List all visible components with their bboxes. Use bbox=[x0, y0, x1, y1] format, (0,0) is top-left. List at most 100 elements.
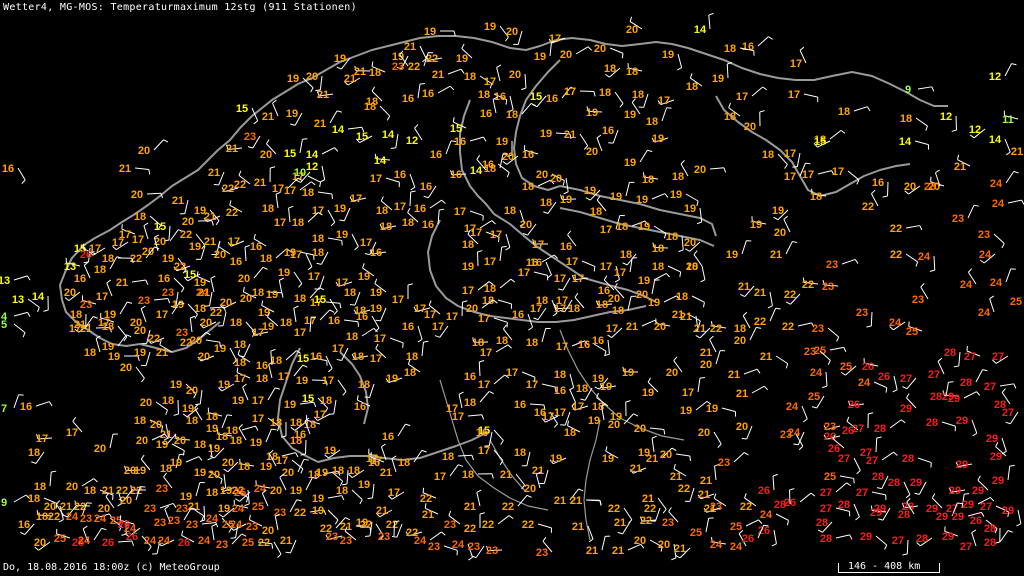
wind-barb bbox=[222, 311, 227, 326]
wind-barb bbox=[395, 133, 399, 148]
station-temperature: 18 bbox=[194, 303, 206, 315]
wind-barb bbox=[131, 279, 146, 283]
wind-barb-tick bbox=[334, 519, 339, 525]
station-temperature: 21 bbox=[119, 163, 131, 175]
wind-barb bbox=[685, 193, 699, 202]
wind-barb bbox=[521, 371, 536, 378]
station-temperature: 22 bbox=[754, 316, 766, 328]
station-temperature: 20 bbox=[660, 449, 672, 461]
station-temperature: 17 bbox=[374, 333, 386, 345]
wind-barb-tick bbox=[391, 536, 398, 538]
station-temperature: 23 bbox=[856, 307, 868, 319]
wind-barb-tick bbox=[935, 169, 940, 174]
station-temperature: 16 bbox=[514, 399, 526, 411]
wind-barb bbox=[915, 117, 928, 127]
wind-barb bbox=[675, 453, 690, 457]
wind-barb bbox=[713, 431, 722, 445]
wind-barb bbox=[941, 421, 956, 427]
station-temperature: 23 bbox=[156, 483, 168, 495]
wind-barb bbox=[541, 254, 555, 263]
station-temperature: 15 bbox=[450, 123, 462, 135]
wind-barb bbox=[493, 429, 504, 441]
wind-barb bbox=[757, 36, 769, 47]
wind-barb bbox=[13, 311, 28, 317]
station-temperature: 25 bbox=[242, 537, 254, 549]
wind-barb-tick bbox=[775, 307, 781, 310]
station-temperature: 22 bbox=[482, 519, 494, 531]
station-temperature: 29 bbox=[956, 459, 968, 471]
wind-barb bbox=[361, 327, 375, 337]
station-temperature: 19 bbox=[600, 381, 612, 393]
station-temperature: 17 bbox=[156, 309, 168, 321]
wind-barb-tick bbox=[925, 125, 928, 131]
station-temperature: 19 bbox=[286, 108, 298, 120]
station-temperature: 22 bbox=[890, 249, 902, 261]
station-temperature: 20 bbox=[698, 427, 710, 439]
wind-barb-tick bbox=[905, 494, 911, 499]
wind-barb-tick bbox=[180, 287, 185, 293]
wind-barb-tick bbox=[696, 221, 702, 225]
wind-barb-tick bbox=[957, 502, 963, 505]
station-temperature: 26 bbox=[178, 537, 190, 549]
wind-barb bbox=[745, 519, 759, 527]
wind-barb bbox=[829, 129, 842, 140]
wind-barb-tick bbox=[849, 534, 853, 540]
wind-barb-tick bbox=[461, 43, 465, 49]
station-temperature: 22 bbox=[740, 501, 752, 513]
wind-barb bbox=[751, 385, 765, 394]
station-temperature: 15 bbox=[236, 103, 248, 115]
wind-barb-tick bbox=[339, 219, 345, 222]
wind-barb-tick bbox=[220, 478, 223, 484]
wind-barb-tick bbox=[386, 115, 391, 121]
wind-barb bbox=[467, 414, 482, 417]
wind-barb bbox=[709, 167, 724, 170]
station-temperature: 19 bbox=[266, 289, 278, 301]
station-temperature: 17 bbox=[370, 173, 382, 185]
wind-barb-tick bbox=[957, 154, 960, 160]
station-temperature: 20 bbox=[270, 485, 282, 497]
station-temperature: 22 bbox=[180, 229, 192, 241]
wind-barb bbox=[253, 266, 264, 279]
wind-barb bbox=[153, 139, 164, 151]
wind-barb bbox=[653, 272, 667, 281]
wind-barb-tick bbox=[423, 340, 429, 343]
station-temperature: 20 bbox=[736, 421, 748, 433]
wind-barb bbox=[914, 140, 929, 146]
station-temperature: 16 bbox=[370, 247, 382, 259]
wind-barb-tick bbox=[633, 413, 639, 417]
wind-barb-tick bbox=[293, 305, 299, 309]
wind-barb bbox=[307, 175, 321, 183]
station-temperature: 14 bbox=[899, 136, 912, 148]
station-temperature: 5 bbox=[1, 319, 7, 331]
station-temperature: 18 bbox=[28, 493, 40, 505]
wind-barb-tick bbox=[625, 400, 631, 403]
station-temperature: 18 bbox=[260, 253, 272, 265]
station-temperature: 20 bbox=[190, 335, 202, 347]
station-temperature: 17 bbox=[832, 166, 844, 178]
wind-barb-tick bbox=[743, 452, 749, 456]
wind-barb-tick bbox=[773, 216, 779, 221]
station-temperature: 23 bbox=[444, 519, 456, 531]
station-temperature: 21 bbox=[226, 143, 238, 155]
station-temperature: 21 bbox=[376, 505, 388, 517]
station-temperature: 27 bbox=[992, 351, 1004, 363]
wind-barb-tick bbox=[723, 167, 727, 173]
station-temperature: 25 bbox=[840, 361, 852, 373]
wind-barb-tick bbox=[599, 500, 602, 506]
station-temperature: 24 bbox=[990, 277, 1003, 289]
station-temperature: 19 bbox=[462, 261, 474, 273]
station-temperature: 21 bbox=[317, 89, 329, 101]
wind-barb bbox=[649, 427, 664, 430]
wind-barb bbox=[870, 311, 873, 327]
wind-barb bbox=[499, 247, 503, 262]
station-temperature: 17 bbox=[572, 273, 584, 285]
wind-barb bbox=[817, 170, 832, 175]
station-temperature: 22 bbox=[386, 519, 398, 531]
station-temperature: 29 bbox=[900, 403, 912, 415]
station-temperature: 17 bbox=[549, 33, 561, 45]
station-temperature: 14 bbox=[374, 155, 387, 167]
wind-barb-tick bbox=[1013, 383, 1017, 389]
wind-barb-tick bbox=[316, 262, 322, 265]
wind-barb bbox=[579, 133, 589, 147]
wind-barb bbox=[775, 513, 789, 521]
